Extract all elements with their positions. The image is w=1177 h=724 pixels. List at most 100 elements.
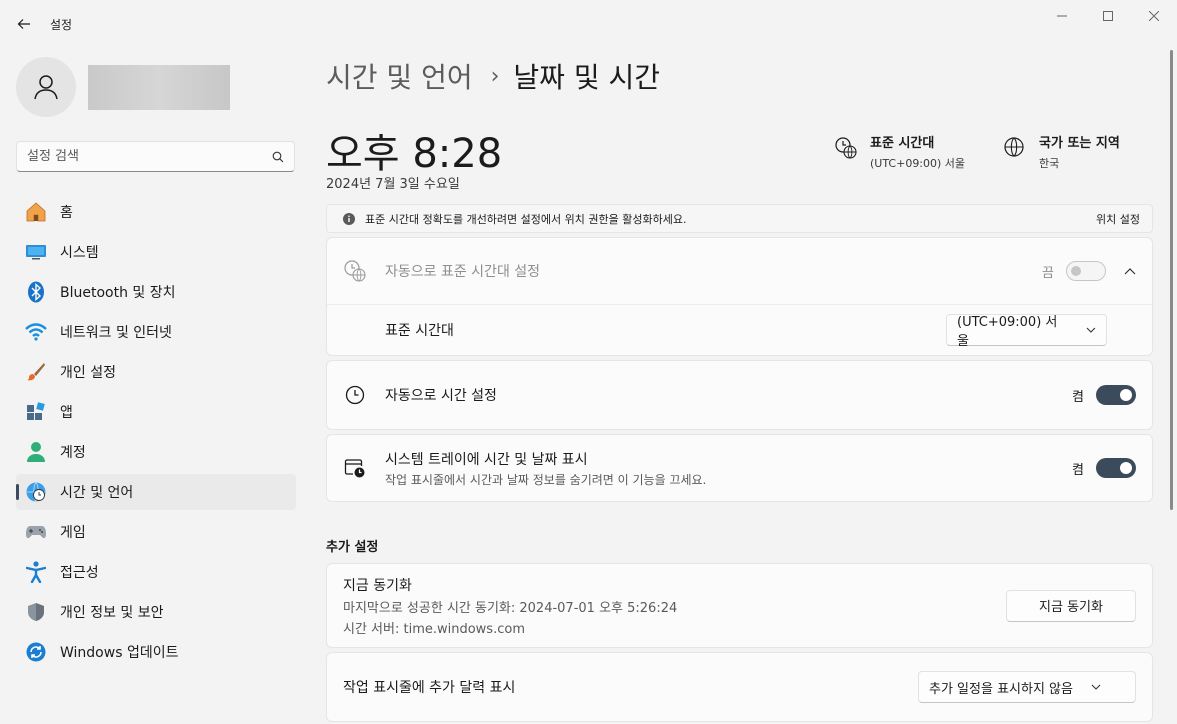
sidebar-item-label: 접근성 xyxy=(60,565,99,581)
tray-time-description: 작업 표시줄에서 시간과 날짜 정보를 숨기려면 이 기능을 끄세요. xyxy=(385,472,707,487)
timezone-setting-label: 표준 시간대 xyxy=(385,323,454,339)
update-icon xyxy=(24,640,48,664)
auto-time-toggle[interactable] xyxy=(1096,385,1136,405)
auto-timezone-toggle[interactable] xyxy=(1066,261,1106,281)
region-info-title: 국가 또는 지역 xyxy=(1039,136,1120,151)
auto-time-label: 자동으로 시간 설정 xyxy=(385,388,497,404)
avatar xyxy=(16,57,76,117)
globe-clock-icon xyxy=(24,480,48,504)
close-icon xyxy=(1149,11,1159,21)
clock-icon xyxy=(343,383,367,407)
maximize-icon xyxy=(1103,11,1113,21)
banner-text: 표준 시간대 정확도를 개선하려면 설정에서 위치 권한을 활성화하세요. xyxy=(365,212,687,226)
sidebar-item-home[interactable]: 홈 xyxy=(16,194,296,230)
scrollbar[interactable] xyxy=(1170,50,1173,510)
additional-calendar-card: 작업 표시줄에 추가 달력 표시 추가 일정을 표시하지 않음 xyxy=(326,652,1153,722)
last-sync-text: 마지막으로 성공한 시간 동기화: 2024-07-01 오후 5:26:24 xyxy=(343,600,678,616)
main-content: 시간 및 언어 › 날짜 및 시간 오후 8:28 2024년 7월 3일 수요… xyxy=(326,46,1153,724)
sidebar-item-gaming[interactable]: 게임 xyxy=(16,514,296,550)
sidebar-item-label: 앱 xyxy=(60,405,73,421)
sidebar-item-label: Windows 업데이트 xyxy=(60,645,179,661)
chevron-down-icon xyxy=(1091,684,1101,690)
sidebar-item-label: Bluetooth 및 장치 xyxy=(60,285,176,301)
app-title: 설정 xyxy=(50,18,73,32)
sidebar-item-label: 계정 xyxy=(60,445,86,461)
current-time: 오후 8:28 xyxy=(326,131,503,177)
timezone-auto-icon xyxy=(343,259,367,283)
tray-time-row[interactable]: 시스템 트레이에 시간 및 날짜 표시 작업 표시줄에서 시간과 날짜 정보를 … xyxy=(327,435,1152,501)
time-server-text: 시간 서버: time.windows.com xyxy=(343,621,525,637)
profile[interactable] xyxy=(16,57,230,117)
sync-label: 지금 동기화 xyxy=(343,577,412,594)
calendar-clock-icon xyxy=(343,456,367,480)
brush-icon xyxy=(24,360,48,384)
timezone-info-title: 표준 시간대 xyxy=(870,136,935,151)
sidebar-item-label: 시간 및 언어 xyxy=(60,485,134,501)
sync-card: 지금 동기화 마지막으로 성공한 시간 동기화: 2024-07-01 오후 5… xyxy=(326,563,1153,648)
auto-timezone-card: 자동으로 표준 시간대 설정 끔 표준 시간대 (UTC+09:00) 서울 xyxy=(326,237,1153,356)
timezone-dropdown-value: (UTC+09:00) 서울 xyxy=(957,315,1058,349)
close-button[interactable] xyxy=(1131,0,1177,32)
sync-now-button[interactable]: 지금 동기화 xyxy=(1006,589,1136,622)
timezone-setting-row: 표준 시간대 (UTC+09:00) 서울 xyxy=(327,305,1152,355)
sidebar-item-label: 개인 설정 xyxy=(60,365,116,381)
auto-timezone-row[interactable]: 자동으로 표준 시간대 설정 끔 xyxy=(327,238,1152,305)
minimize-button[interactable] xyxy=(1039,0,1085,32)
wifi-icon xyxy=(24,320,48,344)
calendar-dropdown[interactable]: 추가 일정을 표시하지 않음 xyxy=(918,671,1136,703)
chevron-down-icon xyxy=(1086,327,1096,333)
region-info: 국가 또는 지역 한국 xyxy=(1003,132,1120,171)
timezone-globe-icon xyxy=(834,136,858,160)
sidebar-item-accounts[interactable]: 계정 xyxy=(16,434,296,470)
sync-controls: 지금 동기화 xyxy=(1006,589,1136,622)
monitor-icon xyxy=(24,240,48,264)
search-input[interactable] xyxy=(27,149,272,164)
page-title: 날짜 및 시간 xyxy=(513,61,661,94)
sidebar-item-time-language[interactable]: 시간 및 언어 xyxy=(16,474,296,510)
search-box[interactable] xyxy=(16,141,295,172)
home-icon xyxy=(24,200,48,224)
auto-time-state: 켬 xyxy=(1072,389,1084,405)
breadcrumb-separator: › xyxy=(490,63,500,89)
tray-time-toggle[interactable] xyxy=(1096,458,1136,478)
auto-timezone-state: 끔 xyxy=(1042,265,1054,281)
sidebar-item-system[interactable]: 시스템 xyxy=(16,234,296,270)
timezone-dropdown[interactable]: (UTC+09:00) 서울 xyxy=(946,314,1107,349)
sidebar-item-privacy[interactable]: 개인 정보 및 보안 xyxy=(16,594,296,630)
sidebar-item-apps[interactable]: 앱 xyxy=(16,394,296,430)
timezone-info: 표준 시간대 (UTC+09:00) 서울 xyxy=(834,132,965,171)
window-controls xyxy=(1039,0,1177,32)
breadcrumb-parent[interactable]: 시간 및 언어 xyxy=(326,56,473,96)
auto-time-controls: 켬 xyxy=(1072,385,1136,405)
back-button[interactable] xyxy=(10,10,38,38)
info-icon xyxy=(343,212,355,225)
sidebar-item-network[interactable]: 네트워크 및 인터넷 xyxy=(16,314,296,350)
sidebar-item-label: 네트워크 및 인터넷 xyxy=(60,325,172,341)
nav-list: 홈 시스템 Bluetooth 및 장치 네트워크 및 인터넷 개인 설정 앱 … xyxy=(16,194,296,674)
sidebar-item-personalization[interactable]: 개인 설정 xyxy=(16,354,296,390)
sidebar-item-accessibility[interactable]: 접근성 xyxy=(16,554,296,590)
sidebar: 홈 시스템 Bluetooth 및 장치 네트워크 및 인터넷 개인 설정 xyxy=(0,46,310,724)
person-icon xyxy=(34,75,58,100)
auto-time-row[interactable]: 자동으로 시간 설정 켬 xyxy=(327,361,1152,429)
breadcrumb: 시간 및 언어 › 날짜 및 시간 xyxy=(326,56,660,96)
apps-icon xyxy=(24,400,48,424)
tray-time-controls: 켬 xyxy=(1072,458,1136,478)
bluetooth-icon xyxy=(24,280,48,304)
location-settings-link[interactable]: 위치 설정 xyxy=(1096,211,1140,227)
maximize-button[interactable] xyxy=(1085,0,1131,32)
sidebar-item-windows-update[interactable]: Windows 업데이트 xyxy=(16,634,296,670)
search-icon[interactable] xyxy=(272,151,284,163)
sidebar-item-label: 게임 xyxy=(60,525,86,541)
location-banner: 표준 시간대 정확도를 개선하려면 설정에서 위치 권한을 활성화하세요. 위치… xyxy=(326,204,1153,233)
back-arrow-icon xyxy=(17,19,30,29)
additional-calendar-label: 작업 표시줄에 추가 달력 표시 xyxy=(343,680,516,696)
tray-time-state: 켬 xyxy=(1072,462,1084,478)
sidebar-item-label: 시스템 xyxy=(60,245,99,261)
chevron-up-icon[interactable] xyxy=(1124,267,1136,275)
sidebar-item-bluetooth[interactable]: Bluetooth 및 장치 xyxy=(16,274,296,310)
sidebar-item-label: 개인 정보 및 보안 xyxy=(60,605,164,621)
tray-time-label: 시스템 트레이에 시간 및 날짜 표시 xyxy=(385,451,588,468)
sync-row: 지금 동기화 마지막으로 성공한 시간 동기화: 2024-07-01 오후 5… xyxy=(327,564,1152,647)
title-bar: 설정 xyxy=(0,0,1177,46)
